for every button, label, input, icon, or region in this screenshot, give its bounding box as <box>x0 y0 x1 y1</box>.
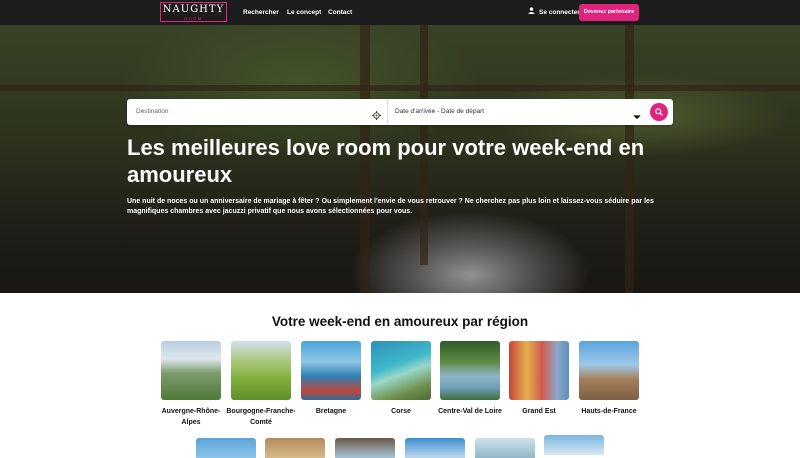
nav-link-le-concept[interactable]: Le concept <box>287 0 321 25</box>
nav-link-rechercher-label[interactable]: Rechercher <box>243 9 279 16</box>
regions-section-title: Votre week-end en amoureux par région <box>271 314 529 329</box>
login-link[interactable]: Se connecter <box>527 0 580 25</box>
search-button[interactable] <box>650 103 668 121</box>
region-thumbnail[interactable] <box>440 341 500 400</box>
top-navigation-bar: NAUGHTY ROOM Rechercher Le concept Conta… <box>0 0 800 25</box>
crosshair-icon[interactable] <box>372 107 381 120</box>
region-thumbnail[interactable] <box>371 341 431 400</box>
region-thumbnail-partial[interactable] <box>335 438 395 458</box>
region-card-grand-est[interactable]: Grand Est <box>509 341 569 418</box>
region-thumbnail-partial[interactable] <box>196 438 256 458</box>
region-card-hauts-de-france[interactable]: Hauts-de-France <box>579 341 639 418</box>
become-partner-button[interactable]: Devenez partenaire <box>579 4 639 21</box>
region-name[interactable]: Bourgogne-Franche-Comté <box>226 407 296 428</box>
nav-link-rechercher[interactable]: Rechercher <box>243 0 279 25</box>
region-card-bretagne[interactable]: Bretagne <box>301 341 361 418</box>
region-thumbnail-partial[interactable] <box>475 438 535 458</box>
hero-title: Les meilleures love room pour votre week… <box>127 135 645 187</box>
region-thumbnail-partial[interactable] <box>265 438 325 458</box>
nav-link-contact[interactable]: Contact <box>328 0 352 25</box>
search-divider <box>387 99 388 125</box>
region-name[interactable]: Hauts-de-France <box>574 407 644 418</box>
region-thumbnail-partial[interactable] <box>405 438 465 458</box>
region-name[interactable]: Centre-Val de Loire <box>435 407 505 418</box>
nav-link-le-concept-label[interactable]: Le concept <box>287 9 321 16</box>
region-thumbnail[interactable] <box>579 341 639 400</box>
region-thumbnail[interactable] <box>231 341 291 400</box>
date-range-picker[interactable]: Date d'arrivée - Date de départ <box>395 99 484 125</box>
naughty-room-logo[interactable]: NAUGHTY ROOM <box>160 2 227 22</box>
login-label: Se connecter <box>539 9 580 16</box>
region-card-auvergne-rhone-alpes[interactable]: Auvergne-Rhône-Alpes <box>161 341 221 428</box>
region-name[interactable]: Corse <box>366 407 436 418</box>
region-name[interactable]: Grand Est <box>504 407 574 418</box>
region-card-corse[interactable]: Corse <box>371 341 431 418</box>
logo-sub-text: ROOM <box>184 16 203 21</box>
region-thumbnail-partial[interactable] <box>544 435 604 455</box>
region-card-centre-val-de-loire[interactable]: Centre-Val de Loire <box>438 341 502 418</box>
region-thumbnail[interactable] <box>509 341 569 400</box>
region-card-bourgogne-franche-comte[interactable]: Bourgogne-Franche-Comté <box>226 341 296 428</box>
search-bar: Destination Date d'arrivée - Date de dép… <box>127 99 673 125</box>
region-name[interactable]: Bretagne <box>296 407 366 418</box>
region-thumbnail[interactable] <box>301 341 361 400</box>
region-name[interactable]: Auvergne-Rhône-Alpes <box>156 407 226 428</box>
hero-subtitle: Une nuit de noces ou un anniversaire de … <box>127 198 654 215</box>
destination-input[interactable]: Destination <box>136 99 169 125</box>
region-thumbnail[interactable] <box>161 341 221 400</box>
search-icon <box>655 108 663 116</box>
user-icon <box>527 0 535 25</box>
logo-main-text: NAUGHTY <box>162 4 225 15</box>
nav-link-contact-label[interactable]: Contact <box>328 9 352 16</box>
chevron-down-icon[interactable] <box>633 108 641 120</box>
